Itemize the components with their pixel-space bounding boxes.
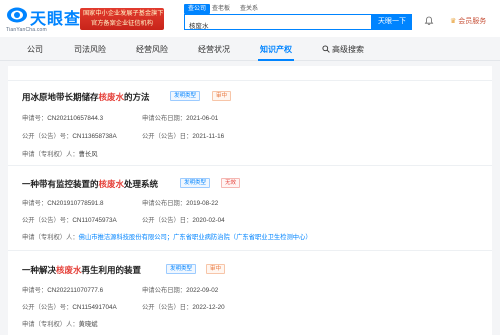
title-text: 再生利用的装置 [81,265,142,275]
applicant-link[interactable]: 广东省职业病防治院（广东省职业卫生检测中心） [173,234,312,241]
patent-status-tag: 无效 [221,178,241,188]
nav-item-operating-risk[interactable]: 经营风险 [136,44,168,55]
patent-title-link[interactable]: 一种带有监控装置的核废水处理系统 [22,178,158,190]
patent-card: 用冰原地带长期储存核废水的方法 发明类型 审中 申请号：CN2021106578… [8,80,492,165]
application-number: 申请号：CN202110657844.3 [22,115,104,122]
search-tab-relation[interactable]: 查关系 [240,4,258,14]
publication-number: 公开（公告）号：CN115491704A [22,304,117,311]
logo-mark-icon [7,7,27,23]
promo-badge[interactable]: 国家中小企业发展子基金旗下 官方备案企业征信机构 [80,8,164,30]
title-highlight: 核废水 [56,265,82,275]
bell-icon[interactable] [424,16,434,26]
publication-number: 公开（公告）号：CN113658738A [22,133,117,140]
application-number: 申请号：CN202211070777.6 [22,287,104,294]
patent-card: 一种解决核废水再生利用的装置 发明类型 审中 申请号：CN20221107077… [8,250,492,335]
applicant: 申请（专利权）人：黄晓斌 [22,321,98,328]
advanced-search-label: 高级搜索 [332,45,364,54]
title-text: 的方法 [124,92,150,102]
publication-date: 公开（公告）日：2022-12-20 [142,304,225,311]
crown-icon: ♛ [450,18,457,25]
applicant-link[interactable]: 佛山市推洁源科技股份有限公司； [79,234,173,241]
patent-type-tag: 发明类型 [180,178,211,188]
nav-item-company[interactable]: 公司 [27,44,43,55]
application-date: 申请公布日期：2021-06-01 [142,115,219,122]
search-box [184,14,372,32]
promo-line-2: 官方备案企业征信机构 [91,20,153,27]
search-tab-boss[interactable]: 查老板 [212,4,230,14]
member-service-label: 会员服务 [458,18,487,25]
patent-status-tag: 审中 [212,91,232,101]
nav-item-ip[interactable]: 知识产权 [260,44,292,55]
top-header: 天眼查 TianYanCha.com 国家中小企业发展子基金旗下 官方备案企业征… [0,0,500,37]
patent-title-link[interactable]: 一种解决核废水再生利用的装置 [22,264,141,276]
publication-date: 公开（公告）日：2020-02-04 [142,217,225,224]
application-date: 申请公布日期：2022-09-02 [142,287,219,294]
publication-number: 公开（公告）号：CN110745973A [22,217,117,224]
nav-active-indicator [258,59,294,61]
nav-item-advanced-search[interactable]: 高级搜索 [322,44,364,55]
promo-line-1: 国家中小企业发展子基金旗下 [83,10,164,17]
patent-title-link[interactable]: 用冰原地带长期储存核废水的方法 [22,91,150,103]
patent-results-list: 用冰原地带长期储存核废水的方法 发明类型 审中 申请号：CN2021106578… [8,66,492,335]
title-text: 一种解决 [22,265,57,275]
application-date: 申请公布日期：2019-08-22 [142,200,219,207]
applicant: 申请（专利权）人：佛山市推洁源科技股份有限公司；广东省职业病防治院（广东省职业卫… [22,234,312,241]
logo-url: TianYanCha.com [6,27,47,33]
search-tab-company[interactable]: 查公司 [184,4,211,14]
patent-status-tag: 审中 [206,264,226,274]
search-icon [322,45,330,53]
nav-item-operating-status[interactable]: 经营状况 [198,44,230,55]
publication-date: 公开（公告）日：2021-11-16 [142,133,225,140]
main-nav: 公司 司法风险 经营风险 经营状况 知识产权 高级搜索 [0,37,500,61]
search-button[interactable]: 天眼一下 [372,14,412,30]
title-highlight: 核废水 [98,179,125,189]
title-text: 一种带有监控装置的 [22,179,99,189]
application-number: 申请号：CN201910778591.8 [22,200,104,207]
patent-type-tag: 发明类型 [166,264,197,274]
title-highlight: 核废水 [98,92,125,102]
title-text: 用冰原地带长期储存 [22,92,99,102]
applicant: 申请（专利权）人：曹长风 [22,151,98,158]
patent-type-tag: 发明类型 [170,91,201,101]
nav-item-judicial-risk[interactable]: 司法风险 [74,44,106,55]
search-input[interactable] [185,18,355,32]
patent-card: 一种带有监控装置的核废水处理系统 发明类型 无效 申请号：CN201910778… [8,165,492,250]
title-text: 处理系统 [124,179,159,189]
member-service-link[interactable]: ♛ 会员服务 [450,16,486,26]
logo-text: 天眼查 [30,11,82,28]
